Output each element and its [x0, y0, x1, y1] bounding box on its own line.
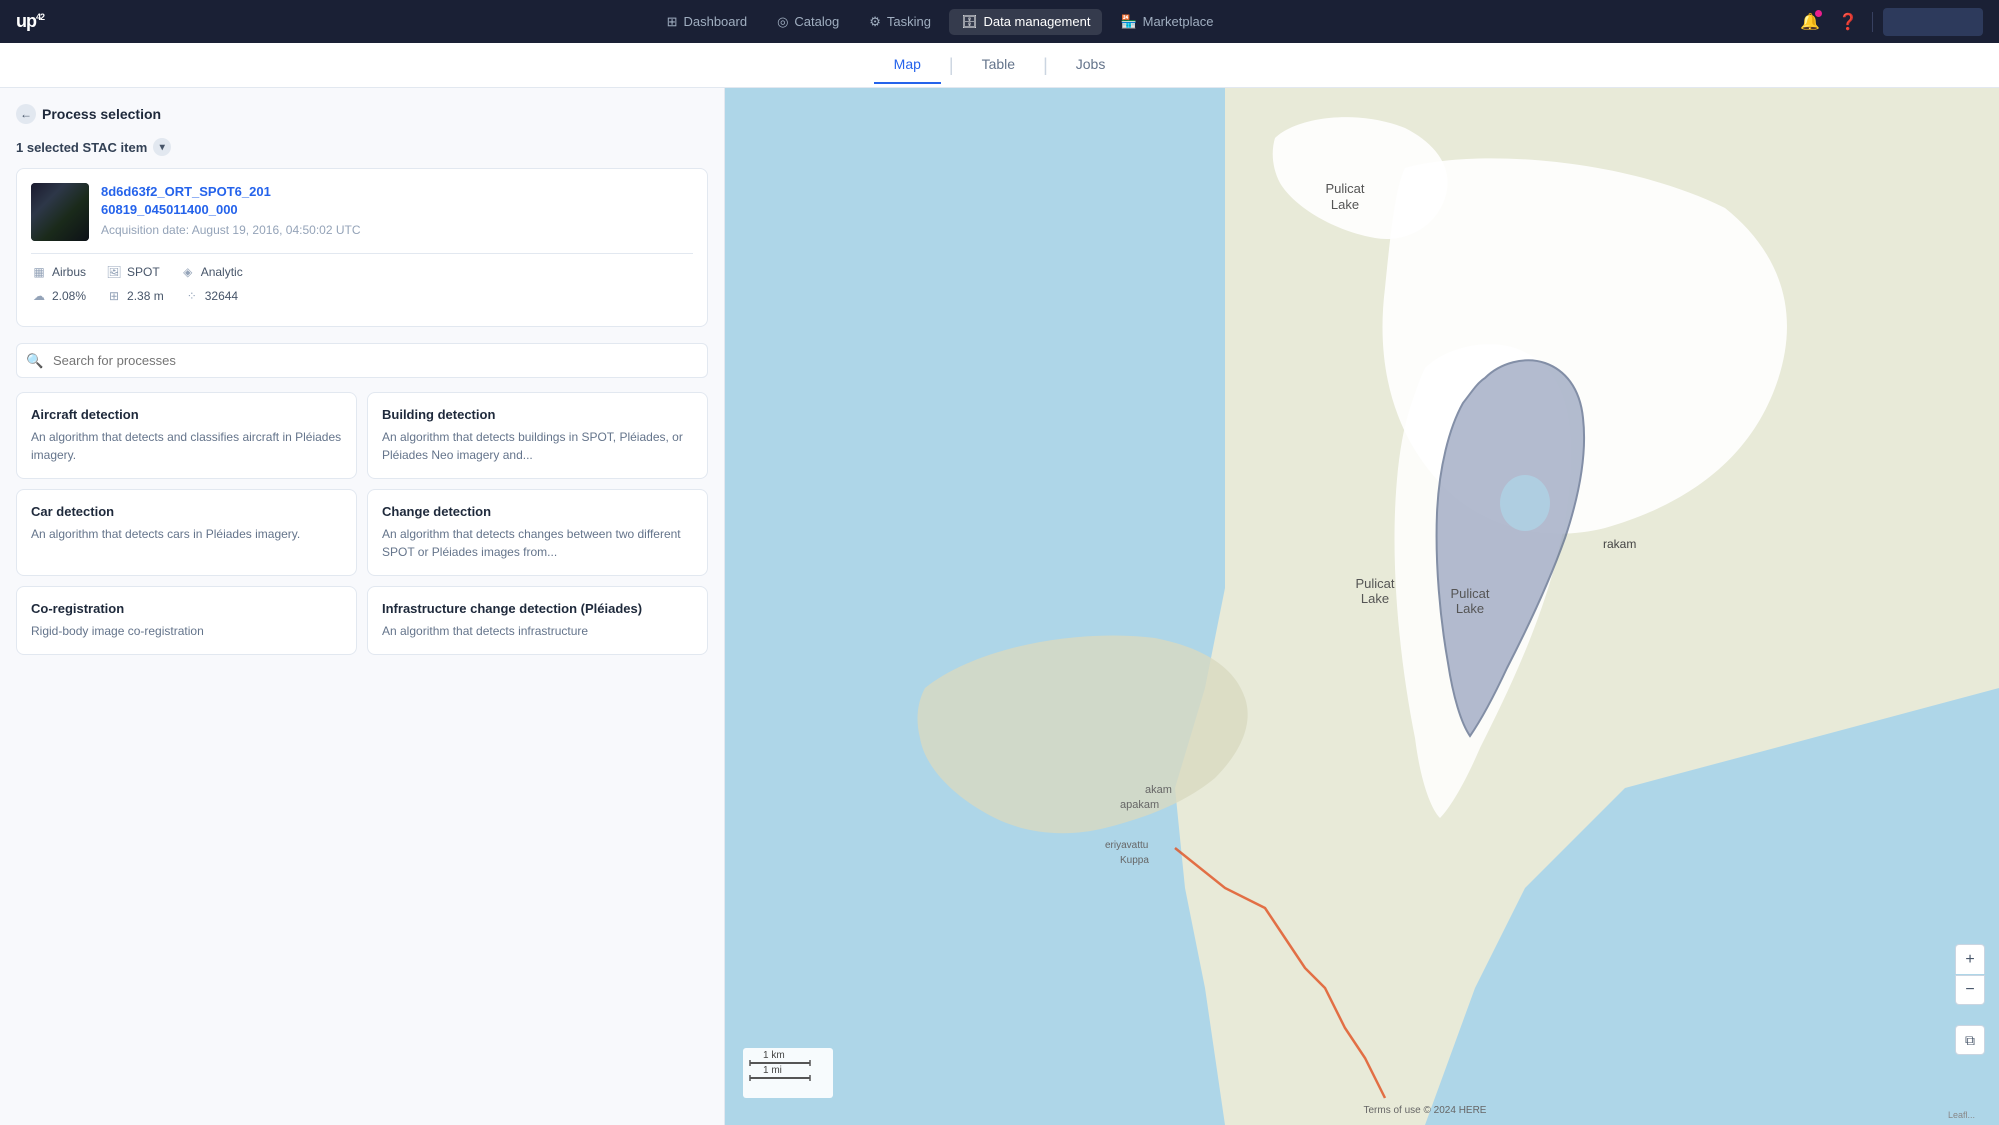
dashboard-icon: ⊞	[667, 14, 678, 30]
process-card-coregistration[interactable]: Co-registration Rigid-body image co-regi…	[16, 586, 357, 655]
process-card-infrastructure[interactable]: Infrastructure change detection (Pléiade…	[367, 586, 708, 655]
left-panel: ← Process selection 1 selected STAC item…	[0, 88, 725, 1125]
secondary-navigation: Map | Table | Jobs	[0, 43, 1999, 88]
app-logo[interactable]: up42	[16, 11, 44, 32]
map-area[interactable]: Pulicat Lake Pulicat Lake Pulicat Lake r…	[725, 88, 1999, 1125]
svg-text:eriyavattu: eriyavattu	[1105, 840, 1148, 851]
nav-data-management[interactable]: 🗄 Data management	[949, 9, 1102, 35]
process-description: An algorithm that detects changes betwee…	[382, 525, 693, 561]
resolution-icon: ⊞	[106, 288, 122, 304]
svg-text:Pulicat: Pulicat	[1450, 586, 1489, 601]
svg-text:Pulicat: Pulicat	[1325, 181, 1364, 196]
svg-text:apakam: apakam	[1120, 799, 1159, 811]
process-description: An algorithm that detects cars in Pléiad…	[31, 525, 342, 543]
nav-marketplace[interactable]: 🏪 Marketplace	[1108, 9, 1225, 35]
stac-thumbnail	[31, 183, 89, 241]
stac-resolution: ⊞ 2.38 m	[106, 288, 164, 304]
sensor-icon: 🖼	[106, 264, 122, 280]
nav-items: ⊞ Dashboard ◎ Catalog ⚙ Tasking 🗄 Data m…	[84, 9, 1796, 35]
nav-tasking[interactable]: ⚙ Tasking	[857, 9, 943, 35]
stac-sensor: 🖼 SPOT	[106, 264, 160, 280]
stac-section-title: 1 selected STAC item ▾	[16, 138, 708, 156]
nav-divider	[1872, 12, 1873, 32]
svg-text:Kuppa: Kuppa	[1120, 855, 1149, 866]
stac-meta-row2: ☁ 2.08% ⊞ 2.38 m ⁘ 32644	[31, 288, 693, 304]
marketplace-icon: 🏪	[1120, 14, 1136, 30]
process-card-change[interactable]: Change detection An algorithm that detec…	[367, 489, 708, 576]
stac-item-card: 8d6d63f2_ORT_SPOT6_20160819_045011400_00…	[16, 168, 708, 327]
stac-cloud-cover: ☁ 2.08%	[31, 288, 86, 304]
process-title: Change detection	[382, 504, 693, 519]
svg-text:Terms of use © 2024 HERE: Terms of use © 2024 HERE	[1364, 1105, 1487, 1116]
cloud-icon: ☁	[31, 288, 47, 304]
svg-text:rakam: rakam	[1603, 537, 1636, 551]
stac-provider: ▦ Airbus	[31, 264, 86, 280]
user-avatar[interactable]	[1883, 8, 1983, 36]
stac-card-header: 8d6d63f2_ORT_SPOT6_20160819_045011400_00…	[31, 183, 693, 241]
pixel-icon: ⁘	[184, 288, 200, 304]
svg-text:1 km: 1 km	[763, 1050, 785, 1061]
stac-info: 8d6d63f2_ORT_SPOT6_20160819_045011400_00…	[101, 183, 693, 241]
svg-text:Lake: Lake	[1361, 591, 1389, 606]
type-icon: ◈	[180, 264, 196, 280]
zoom-out-button[interactable]: −	[1955, 975, 1985, 1005]
stac-acquisition-date: Acquisition date: August 19, 2016, 04:50…	[101, 223, 693, 237]
stac-pixel-count: ⁘ 32644	[184, 288, 238, 304]
process-title: Co-registration	[31, 601, 342, 616]
process-title: Building detection	[382, 407, 693, 422]
process-card-building[interactable]: Building detection An algorithm that det…	[367, 392, 708, 479]
nav-right: 🔔 ❓	[1796, 8, 1983, 36]
catalog-icon: ◎	[777, 14, 788, 30]
search-input[interactable]	[16, 343, 708, 378]
zoom-in-button[interactable]: +	[1955, 944, 1985, 974]
provider-icon: ▦	[31, 264, 47, 280]
help-button[interactable]: ❓	[1834, 8, 1862, 36]
back-button[interactable]: ← Process selection	[16, 104, 708, 124]
svg-text:Lake: Lake	[1456, 601, 1484, 616]
map-svg: Pulicat Lake Pulicat Lake Pulicat Lake r…	[725, 88, 1999, 1125]
search-box: 🔍	[16, 343, 708, 378]
tab-jobs[interactable]: Jobs	[1056, 46, 1126, 84]
stac-id[interactable]: 8d6d63f2_ORT_SPOT6_20160819_045011400_00…	[101, 183, 693, 219]
notifications-button[interactable]: 🔔	[1796, 8, 1824, 36]
process-title: Infrastructure change detection (Pléiade…	[382, 601, 693, 616]
process-description: Rigid-body image co-registration	[31, 622, 342, 640]
svg-text:Lake: Lake	[1331, 197, 1359, 212]
process-title: Aircraft detection	[31, 407, 342, 422]
tab-separator-2: |	[1043, 55, 1048, 76]
process-grid: Aircraft detection An algorithm that det…	[16, 392, 708, 655]
process-description: An algorithm that detects infrastructure	[382, 622, 693, 640]
process-card-aircraft[interactable]: Aircraft detection An algorithm that det…	[16, 392, 357, 479]
tab-table[interactable]: Table	[962, 46, 1035, 84]
process-title: Car detection	[31, 504, 342, 519]
nav-catalog[interactable]: ◎ Catalog	[765, 9, 851, 35]
map-controls: + −	[1955, 944, 1985, 1005]
notification-badge	[1815, 10, 1822, 17]
svg-text:Pulicat: Pulicat	[1355, 576, 1394, 591]
logo-sup: 42	[36, 12, 44, 22]
process-description: An algorithm that detects and classifies…	[31, 428, 342, 464]
back-arrow-icon: ←	[16, 104, 36, 124]
tab-separator-1: |	[949, 55, 954, 76]
process-card-car[interactable]: Car detection An algorithm that detects …	[16, 489, 357, 576]
tab-map[interactable]: Map	[874, 46, 941, 84]
svg-text:akam: akam	[1145, 784, 1172, 796]
stac-info-badge[interactable]: ▾	[153, 138, 171, 156]
stac-meta-row1: ▦ Airbus 🖼 SPOT ◈ Analytic	[31, 264, 693, 280]
stac-type: ◈ Analytic	[180, 264, 243, 280]
top-navigation: up42 ⊞ Dashboard ◎ Catalog ⚙ Tasking 🗄 D…	[0, 0, 1999, 43]
process-description: An algorithm that detects buildings in S…	[382, 428, 693, 464]
data-management-icon: 🗄	[961, 14, 978, 30]
map-layers-button[interactable]: ⧉	[1955, 1025, 1985, 1055]
tasking-icon: ⚙	[869, 14, 881, 30]
svg-text:1 mi: 1 mi	[763, 1065, 782, 1076]
stac-divider	[31, 253, 693, 254]
nav-dashboard[interactable]: ⊞ Dashboard	[655, 9, 760, 35]
main-layout: ← Process selection 1 selected STAC item…	[0, 88, 1999, 1125]
svg-text:Leafl...: Leafl...	[1948, 1110, 1975, 1120]
search-icon: 🔍	[26, 352, 43, 369]
